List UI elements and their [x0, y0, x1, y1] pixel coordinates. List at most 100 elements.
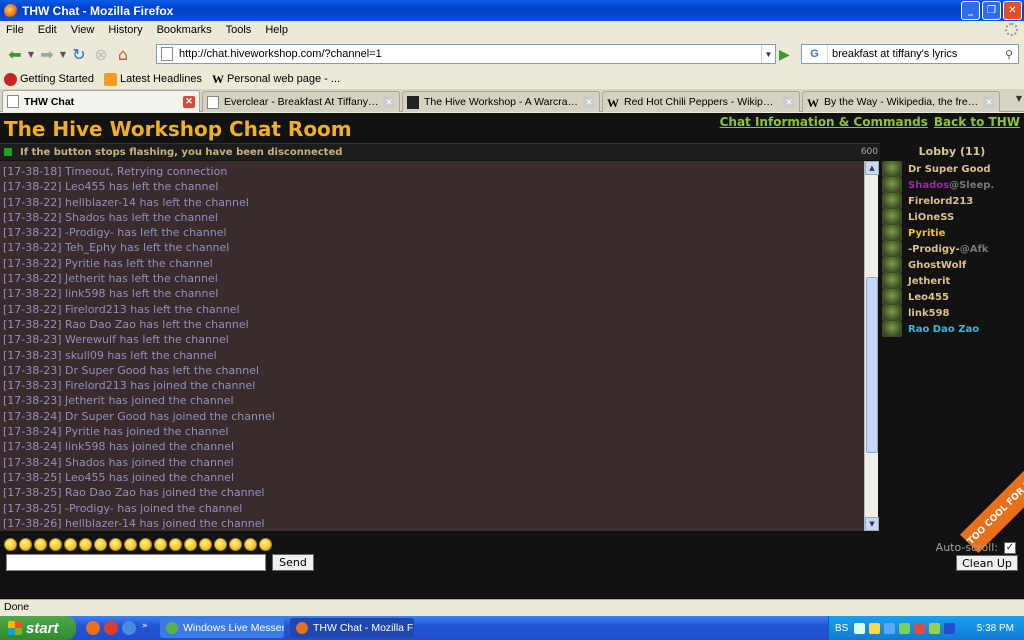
close-button[interactable]: ✕: [1003, 1, 1022, 20]
lobby-user[interactable]: Shados @Sleep.: [880, 177, 1024, 193]
bookmark-getting-started[interactable]: Getting Started: [4, 72, 94, 86]
smiley-icon[interactable]: [199, 538, 212, 551]
chat-message-input[interactable]: [6, 554, 266, 571]
search-engine-google-icon[interactable]: G: [802, 45, 828, 63]
signal-tray-icon[interactable]: [929, 622, 941, 634]
smiley-icon[interactable]: [49, 538, 62, 551]
lobby-user[interactable]: Firelord213: [880, 193, 1024, 209]
lobby-user[interactable]: link598: [880, 305, 1024, 321]
bluetooth-tray-icon[interactable]: [944, 622, 956, 634]
chat-info-commands-link[interactable]: Chat Information & Commands: [720, 115, 928, 129]
address-input[interactable]: http://chat.hiveworkshop.com/?channel=1: [179, 48, 382, 60]
lobby-user[interactable]: LiOneSS: [880, 209, 1024, 225]
tab-strip: THW Chat ✕ Everclear - Breakfast At Tiff…: [0, 89, 1024, 112]
lobby-user[interactable]: Jetherit: [880, 273, 1024, 289]
tab-list-dropdown-icon[interactable]: ▼: [1016, 94, 1022, 103]
messenger-tray-icon[interactable]: [899, 622, 911, 634]
smiley-icon[interactable]: [19, 538, 32, 551]
search-input[interactable]: breakfast at tiffany's lyrics: [828, 48, 1000, 60]
smiley-icon[interactable]: [94, 538, 107, 551]
address-bar[interactable]: http://chat.hiveworkshop.com/?channel=1 …: [156, 44, 776, 64]
scroll-up-icon[interactable]: ▲: [865, 161, 879, 175]
smiley-icon[interactable]: [244, 538, 257, 551]
lobby-title: Lobby (11): [918, 145, 986, 158]
smiley-icon[interactable]: [34, 538, 47, 551]
scroll-down-icon[interactable]: ▼: [865, 517, 879, 531]
menu-tools[interactable]: Tools: [226, 24, 252, 36]
chat-message-area[interactable]: [17-38-18] Timeout, Retrying connection […: [0, 161, 864, 531]
forward-arrow-icon[interactable]: ➡: [36, 43, 58, 65]
security-tray-icon[interactable]: [869, 622, 881, 634]
chat-message: [17-38-22] Shados has left the channel: [3, 210, 218, 224]
smiley-icon[interactable]: [169, 538, 182, 551]
close-tab-icon[interactable]: ✕: [983, 96, 995, 108]
tab-red-hot-chili-peppers[interactable]: W Red Hot Chili Peppers - Wikipedia, the…: [602, 91, 800, 112]
back-history-dropdown-icon[interactable]: ▼: [26, 43, 36, 65]
address-dropdown-icon[interactable]: ▼: [761, 45, 775, 63]
bookmark-personal-web-page[interactable]: W Personal web page - ...: [212, 72, 340, 86]
search-bar[interactable]: G breakfast at tiffany's lyrics ⚲: [801, 44, 1019, 64]
search-magnifier-icon[interactable]: ⚲: [1000, 48, 1018, 61]
tab-by-the-way[interactable]: W By the Way - Wikipedia, the free ency.…: [802, 91, 1000, 112]
smiley-icon[interactable]: [184, 538, 197, 551]
network-tray-icon[interactable]: [884, 622, 896, 634]
smiley-icon[interactable]: [214, 538, 227, 551]
menu-help[interactable]: Help: [265, 24, 288, 36]
taskbar-button-messenger[interactable]: Windows Live Messen...: [160, 618, 284, 638]
connection-indicator-icon[interactable]: [4, 148, 12, 156]
close-tab-icon[interactable]: ✕: [583, 96, 595, 108]
forward-history-dropdown-icon[interactable]: ▼: [58, 43, 68, 65]
close-tab-icon[interactable]: ✕: [383, 96, 395, 108]
home-icon[interactable]: ⌂: [112, 43, 134, 65]
menu-file[interactable]: File: [6, 24, 24, 36]
maximize-button[interactable]: ❐: [982, 1, 1001, 20]
smiley-icon[interactable]: [139, 538, 152, 551]
smiley-icon[interactable]: [259, 538, 272, 551]
lobby-user[interactable]: Pyritie: [880, 225, 1024, 241]
lobby-user[interactable]: GhostWolf: [880, 257, 1024, 273]
smiley-icon[interactable]: [154, 538, 167, 551]
clean-up-button[interactable]: Clean Up: [956, 555, 1018, 571]
reload-icon[interactable]: ↻: [68, 43, 90, 65]
lobby-user[interactable]: -Prodigy- @Afk: [880, 241, 1024, 257]
stop-icon[interactable]: ⊗: [90, 43, 112, 65]
lobby-user[interactable]: Dr Super Good: [880, 161, 1024, 177]
tab-hive-workshop[interactable]: The Hive Workshop - A Warcraft III M... …: [402, 91, 600, 112]
chat-scrollbar[interactable]: ▲ ▼: [864, 161, 879, 531]
tab-everclear-lyrics[interactable]: Everclear - Breakfast At Tiffany's Lyric…: [202, 91, 400, 112]
back-to-thw-link[interactable]: Back to THW: [934, 115, 1020, 129]
taskbar-button-firefox[interactable]: THW Chat - Mozilla Fi...: [290, 618, 414, 638]
smiley-icon[interactable]: [124, 538, 137, 551]
smiley-icon[interactable]: [4, 538, 17, 551]
language-indicator[interactable]: BS: [835, 623, 848, 634]
menu-view[interactable]: View: [71, 24, 95, 36]
menu-edit[interactable]: Edit: [38, 24, 57, 36]
smiley-icon[interactable]: [64, 538, 77, 551]
minimize-button[interactable]: _: [961, 1, 980, 20]
opera-quicklaunch-icon[interactable]: [104, 621, 118, 635]
lobby-user[interactable]: Rao Dao Zao: [880, 321, 1024, 337]
quicklaunch-overflow-icon[interactable]: »: [142, 621, 150, 635]
start-button[interactable]: start: [0, 616, 76, 640]
close-tab-icon[interactable]: ✕: [783, 96, 795, 108]
smiley-icon[interactable]: [79, 538, 92, 551]
lobby-user[interactable]: Leo455: [880, 289, 1024, 305]
messenger-quicklaunch-icon[interactable]: [122, 621, 136, 635]
menu-bookmarks[interactable]: Bookmarks: [157, 24, 212, 36]
help-tray-icon[interactable]: [854, 622, 866, 634]
user-list: Dr Super Good Shados @Sleep. Firelord213 LiO…: [880, 161, 1024, 337]
smiley-icon[interactable]: [109, 538, 122, 551]
go-arrow-icon[interactable]: ▶: [779, 47, 790, 63]
close-tab-icon[interactable]: ✕: [183, 95, 195, 108]
send-button[interactable]: Send: [272, 554, 314, 571]
tab-thw-chat[interactable]: THW Chat ✕: [2, 90, 200, 112]
smiley-icon[interactable]: [229, 538, 242, 551]
antivirus-tray-icon[interactable]: [914, 622, 926, 634]
bookmark-latest-headlines[interactable]: Latest Headlines: [104, 72, 202, 86]
scrollbar-thumb[interactable]: [866, 277, 878, 453]
chat-message: [17-38-22] Leo455 has left the channel: [3, 180, 219, 194]
menu-history[interactable]: History: [108, 24, 142, 36]
back-arrow-icon[interactable]: ⬅: [4, 43, 26, 65]
firefox-quicklaunch-icon[interactable]: [86, 621, 100, 635]
autoscroll-checkbox[interactable]: ✓: [1004, 541, 1016, 554]
